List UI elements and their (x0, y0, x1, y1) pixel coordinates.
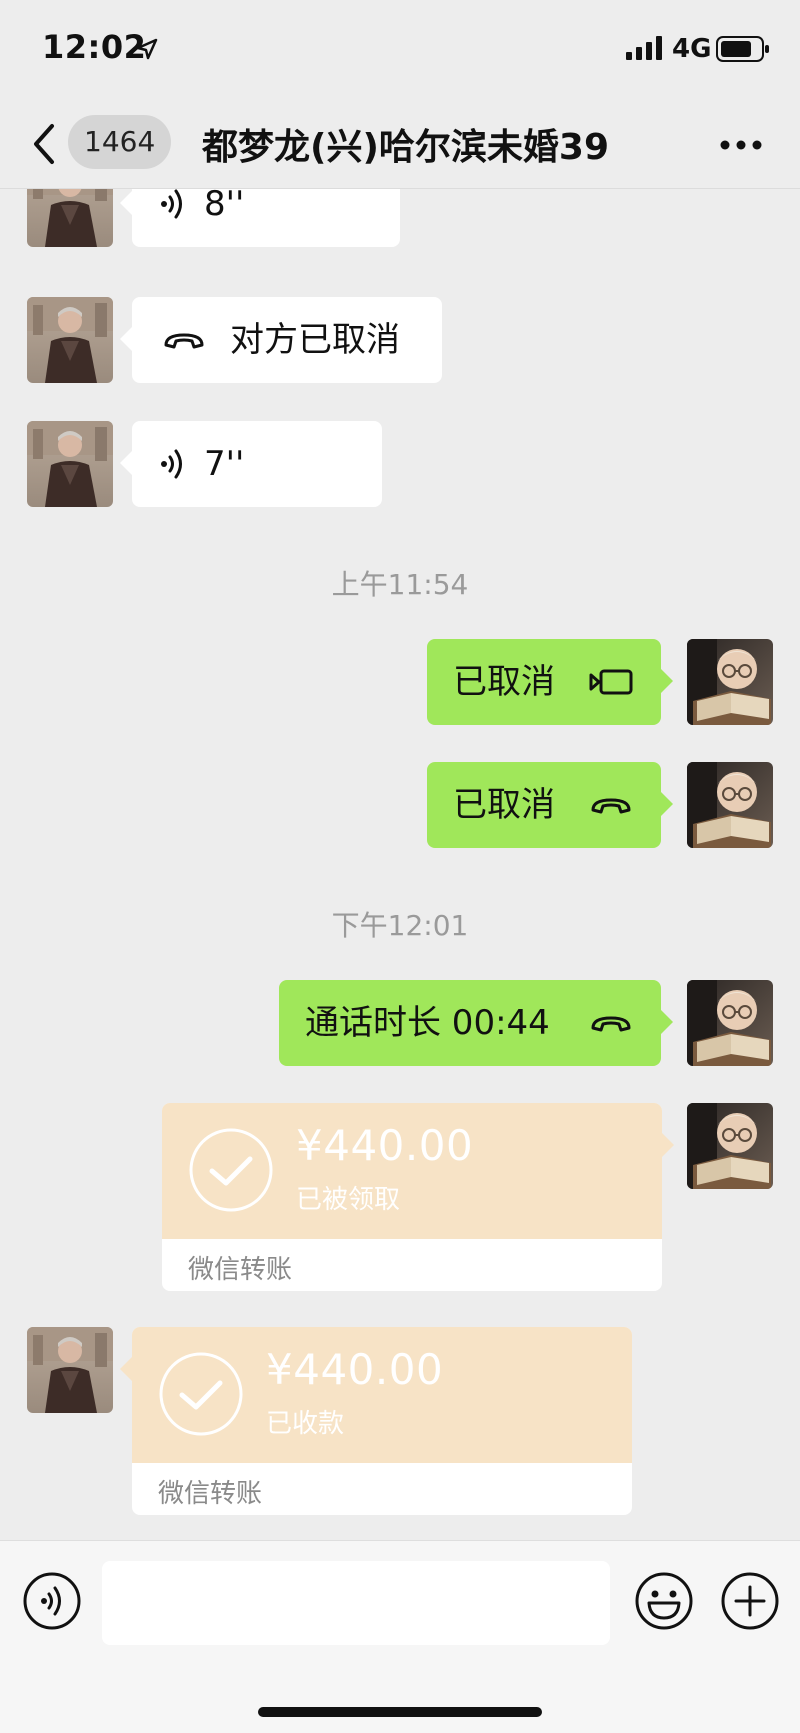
avatar[interactable] (27, 1327, 113, 1413)
unread-count-badge[interactable]: 1464 (68, 115, 172, 169)
battery-icon (716, 36, 770, 66)
location-arrow-icon (136, 38, 158, 64)
home-indicator (258, 1707, 542, 1717)
voice-input-icon[interactable] (22, 1571, 82, 1635)
avatar[interactable] (687, 1103, 773, 1189)
message-timestamp: 上午11:54 (331, 568, 469, 601)
call-duration-text: 通话时长 00:44 (305, 1003, 550, 1043)
transfer-card[interactable]: ¥440.00 已被领取 微信转账 (162, 1103, 662, 1291)
bubble-tail (120, 1357, 132, 1381)
bubble-tail (662, 1133, 674, 1157)
avatar[interactable] (687, 762, 773, 848)
video-camera-icon (589, 639, 633, 725)
voice-message[interactable]: 7'' (120, 421, 382, 507)
call-message[interactable]: 对方已取消 (120, 297, 442, 383)
video-call-message[interactable]: 已取消 (427, 639, 673, 725)
transfer-amount: ¥440.00 (266, 1345, 444, 1394)
message-input[interactable] (102, 1561, 610, 1645)
call-message[interactable]: 通话时长 00:44 (279, 980, 673, 1066)
input-bar (0, 1540, 800, 1733)
transfer-brand: 微信转账 (158, 1479, 263, 1509)
check-circle-icon (188, 1127, 274, 1217)
call-status-text: 已取消 (453, 785, 555, 825)
status-time: 12:02 (42, 28, 147, 66)
phone-hangup-icon (162, 297, 206, 383)
message-timestamp: 下午12:01 (331, 909, 469, 942)
chat-messages[interactable]: 8'' 对方已取消 7'' 上午11:54 已取消 已取消 下午12:01 通话… (0, 189, 800, 1539)
voice-wave-icon (160, 421, 186, 507)
transfer-status: 已被领取 (296, 1185, 401, 1215)
transfer-status: 已收款 (266, 1409, 345, 1439)
phone-hangup-icon (589, 980, 633, 1066)
status-bar: 12:02 4G (0, 0, 800, 100)
voice-duration: 7'' (204, 444, 245, 484)
signal-bars-icon (626, 36, 664, 64)
chat-header: 1464 都梦龙(兴)哈尔滨未婚39 (0, 100, 800, 189)
voice-message[interactable]: 8'' (120, 189, 400, 247)
voice-wave-icon (160, 189, 186, 247)
avatar[interactable] (27, 421, 113, 507)
network-type: 4G (672, 34, 712, 64)
call-message[interactable]: 已取消 (427, 762, 673, 848)
call-status-text: 对方已取消 (230, 320, 400, 360)
phone-hangup-icon (589, 762, 633, 848)
check-circle-icon (158, 1351, 244, 1441)
call-status-text: 已取消 (453, 662, 555, 702)
transfer-card[interactable]: ¥440.00 已收款 微信转账 (132, 1327, 632, 1515)
avatar[interactable] (687, 639, 773, 725)
emoji-icon[interactable] (634, 1571, 694, 1635)
avatar[interactable] (687, 980, 773, 1066)
avatar[interactable] (27, 297, 113, 383)
plus-circle-icon[interactable] (720, 1571, 780, 1635)
chevron-left-icon[interactable] (30, 122, 56, 170)
voice-duration: 8'' (204, 189, 245, 224)
chat-title: 都梦龙(兴)哈尔滨未婚39 (202, 127, 610, 168)
more-dots-icon[interactable] (720, 136, 762, 155)
avatar[interactable] (27, 189, 113, 247)
transfer-brand: 微信转账 (188, 1255, 293, 1285)
transfer-amount: ¥440.00 (296, 1121, 474, 1170)
